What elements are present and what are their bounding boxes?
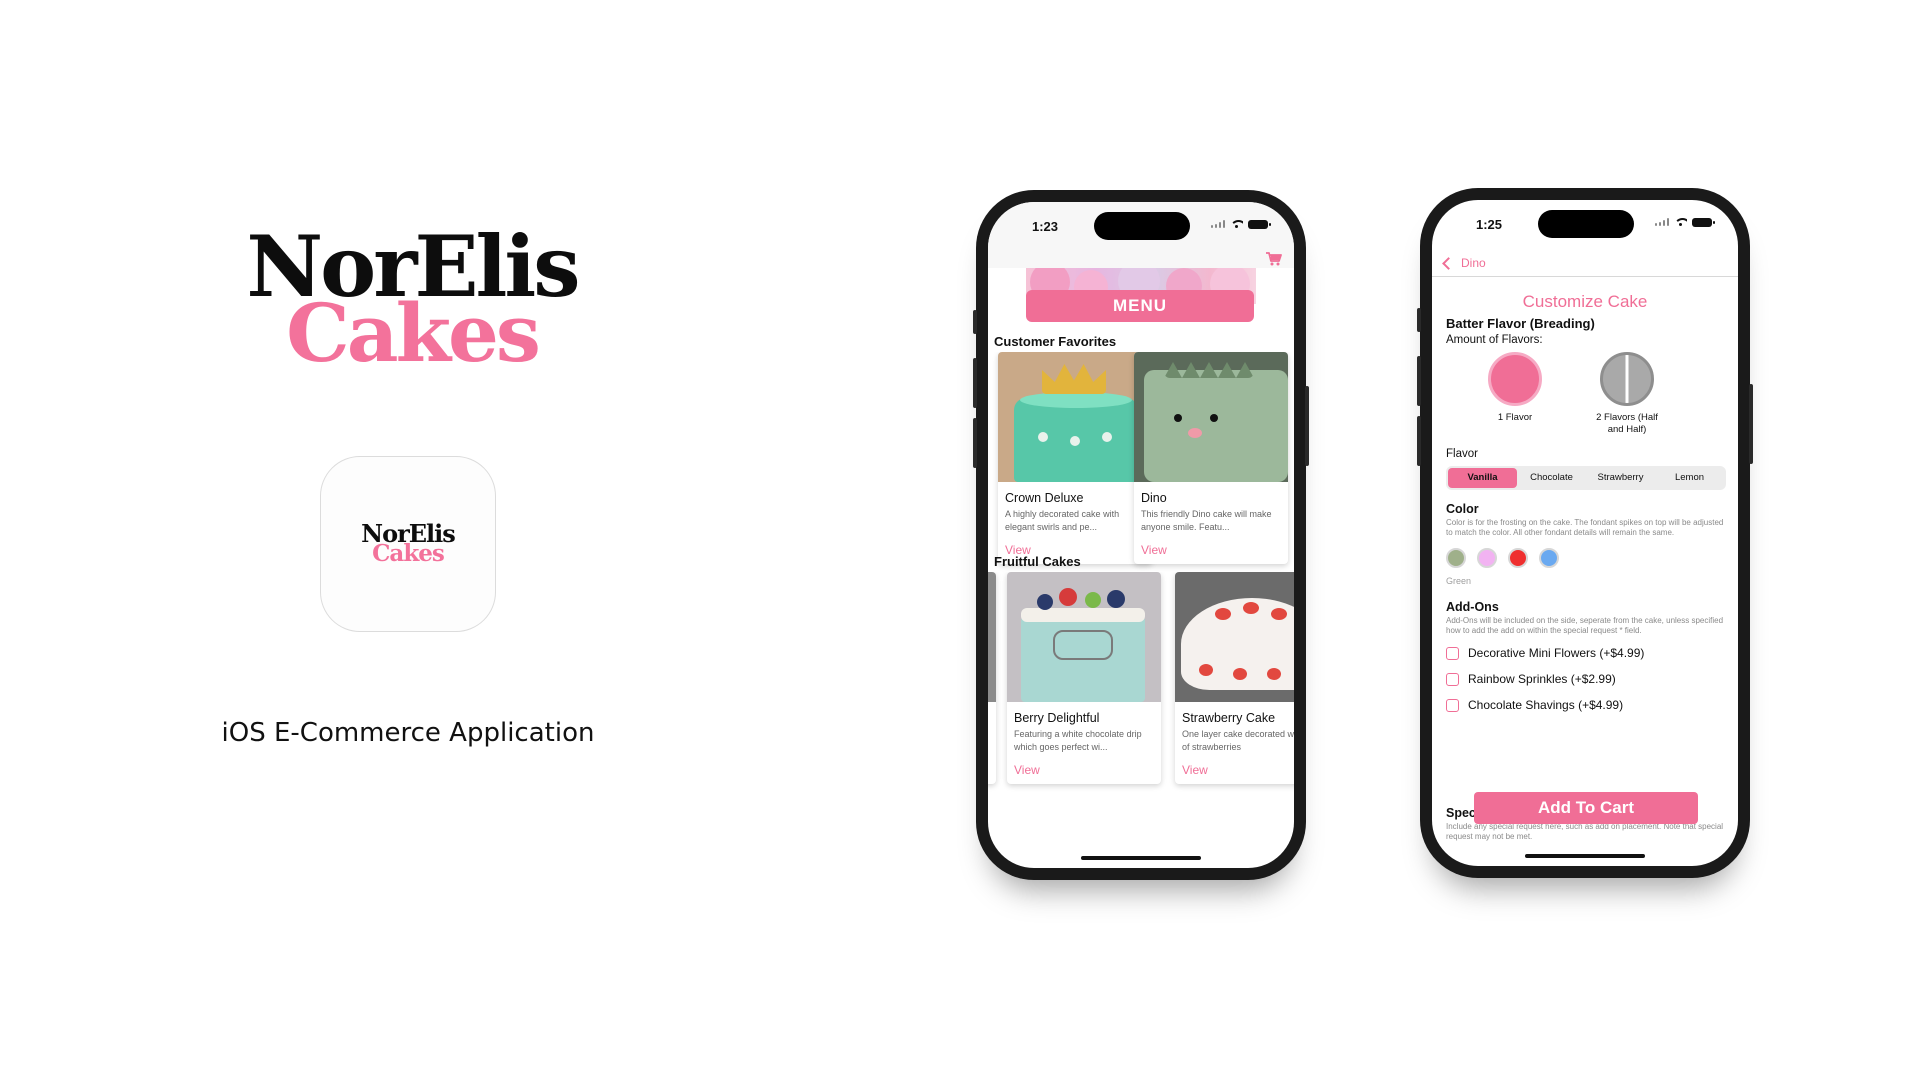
card-description: One layer cake decorated with lots of st… <box>1182 729 1294 752</box>
favorites-carousel[interactable]: Crown Deluxe A highly decorated cake wit… <box>988 352 1294 572</box>
product-card[interactable]: Dino This friendly Dino cake will make a… <box>1134 352 1288 564</box>
card-title: Berry Delightful <box>1014 711 1100 725</box>
product-card[interactable]: Strawberry Cake One layer cake decorated… <box>1175 572 1294 784</box>
back-label: Dino <box>1461 256 1486 270</box>
two-flavors-label: 2 Flavors (Half and Half) <box>1596 412 1658 435</box>
signal-icon <box>1211 220 1225 228</box>
phone-volume-up <box>973 358 977 408</box>
card-description: Featuring a white chocolate drip which g… <box>1014 729 1142 752</box>
product-image-dino <box>1134 352 1288 482</box>
segment-vanilla[interactable]: Vanilla <box>1448 468 1517 488</box>
phone-menu-screen: 1:23 MENU Customer Favorites Crown Delux… <box>973 190 1309 880</box>
addon-chocolate-shavings[interactable]: Chocolate Shavings (+$4.99) <box>1446 698 1623 712</box>
card-title: Dino <box>1141 491 1167 505</box>
addon-mini-flowers[interactable]: Decorative Mini Flowers (+$4.99) <box>1446 646 1644 660</box>
battery-icon <box>1692 217 1715 227</box>
product-card[interactable]: Crown Deluxe A highly decorated cake wit… <box>998 352 1152 564</box>
phone-customize-screen: 1:25 Dino Customize Cake Batter Flavor (… <box>1417 188 1753 878</box>
app-icon: NorElis Cakes <box>320 456 496 632</box>
add-to-cart-button[interactable]: Add To Cart <box>1474 792 1698 824</box>
app-icon-line-cakes: Cakes <box>372 540 445 567</box>
status-time: 1:23 <box>1032 219 1059 234</box>
product-card-partial[interactable] <box>988 572 996 784</box>
home-indicator <box>1081 856 1201 860</box>
product-image-strawberry-cake <box>1175 572 1294 702</box>
brand-logo: NorElis Cakes <box>232 225 592 374</box>
menu-banner: MENU <box>1026 290 1254 322</box>
product-image-partial <box>988 572 996 702</box>
swatch-blue[interactable] <box>1539 548 1559 568</box>
tagline: iOS E-Commerce Application <box>221 718 595 748</box>
segment-strawberry[interactable]: Strawberry <box>1586 468 1655 488</box>
product-card[interactable]: Berry Delightful Featuring a white choco… <box>1007 572 1161 784</box>
color-heading: Color <box>1446 502 1479 516</box>
addons-heading: Add-Ons <box>1446 600 1499 614</box>
amount-label: Amount of Flavors: <box>1446 334 1543 346</box>
nav-divider <box>1432 276 1738 277</box>
selected-color-name: Green <box>1446 576 1472 586</box>
flavor-segmented-control[interactable]: Vanilla Chocolate Strawberry Lemon <box>1446 466 1726 490</box>
one-flavor-label: 1 Flavor <box>1497 412 1533 423</box>
swatch-green[interactable] <box>1446 548 1466 568</box>
view-link[interactable]: View <box>1014 763 1040 777</box>
signal-icon <box>1655 218 1669 226</box>
card-description: This friendly Dino cake will make anyone… <box>1141 509 1272 532</box>
chevron-left-icon <box>1442 256 1455 270</box>
one-flavor-option[interactable] <box>1488 352 1542 406</box>
phone-mute-switch <box>1417 308 1421 332</box>
section-title-fruitful: Fruitful Cakes <box>994 554 1081 569</box>
battery-icon <box>1248 219 1271 229</box>
addons-note: Add-Ons will be included on the side, se… <box>1446 616 1724 635</box>
addon-label: Decorative Mini Flowers (+$4.99) <box>1468 646 1645 660</box>
special-request-note: Include any special request here, such a… <box>1446 822 1724 841</box>
cart-icon[interactable] <box>1266 252 1282 266</box>
section-title-favorites: Customer Favorites <box>994 334 1117 349</box>
addon-label: Chocolate Shavings (+$4.99) <box>1468 698 1624 712</box>
swatch-pink[interactable] <box>1477 548 1497 568</box>
status-time: 1:25 <box>1476 217 1503 232</box>
segment-chocolate[interactable]: Chocolate <box>1517 468 1586 488</box>
color-note: Color is for the frosting on the cake. T… <box>1446 518 1724 537</box>
wifi-icon <box>1674 217 1687 227</box>
fruitful-carousel[interactable]: Berry Delightful Featuring a white choco… <box>988 572 1294 792</box>
wifi-icon <box>1230 219 1243 229</box>
phone-volume-down <box>973 418 977 468</box>
checkbox[interactable] <box>1446 646 1459 660</box>
addon-rainbow-sprinkles[interactable]: Rainbow Sprinkles (+$2.99) <box>1446 672 1616 686</box>
customize-screen: 1:25 Dino Customize Cake Batter Flavor (… <box>1432 200 1738 866</box>
flavor-label: Flavor <box>1446 448 1478 460</box>
two-flavors-option[interactable] <box>1600 352 1654 406</box>
product-image-berry-delightful <box>1007 572 1161 702</box>
card-description: A highly decorated cake with elegant swi… <box>1005 509 1120 532</box>
dynamic-island <box>1094 212 1190 240</box>
phone-volume-down <box>1417 416 1421 466</box>
status-icons <box>1655 217 1715 227</box>
product-image-crown-deluxe <box>998 352 1152 482</box>
card-title: Crown Deluxe <box>1005 491 1084 505</box>
home-indicator <box>1525 854 1645 858</box>
swatch-red[interactable] <box>1508 548 1528 568</box>
phone-volume-up <box>1417 356 1421 406</box>
phone-mute-switch <box>973 310 977 334</box>
view-link[interactable]: View <box>1141 543 1167 557</box>
status-icons <box>1211 219 1271 229</box>
checkbox[interactable] <box>1446 698 1459 712</box>
phone-power-button <box>1305 386 1309 466</box>
page-title: Customize Cake <box>1522 292 1648 311</box>
back-button[interactable]: Dino <box>1442 256 1486 270</box>
checkbox[interactable] <box>1446 672 1459 686</box>
special-request-heading: Spec <box>1446 806 1476 820</box>
card-title: Strawberry Cake <box>1182 711 1276 725</box>
menu-screen: 1:23 MENU Customer Favorites Crown Delux… <box>988 202 1294 868</box>
dynamic-island <box>1538 210 1634 238</box>
batter-heading: Batter Flavor (Breading) <box>1446 316 1595 331</box>
view-link[interactable]: View <box>1182 763 1208 777</box>
addon-label: Rainbow Sprinkles (+$2.99) <box>1468 672 1616 686</box>
segment-lemon[interactable]: Lemon <box>1655 468 1724 488</box>
phone-power-button <box>1749 384 1753 464</box>
